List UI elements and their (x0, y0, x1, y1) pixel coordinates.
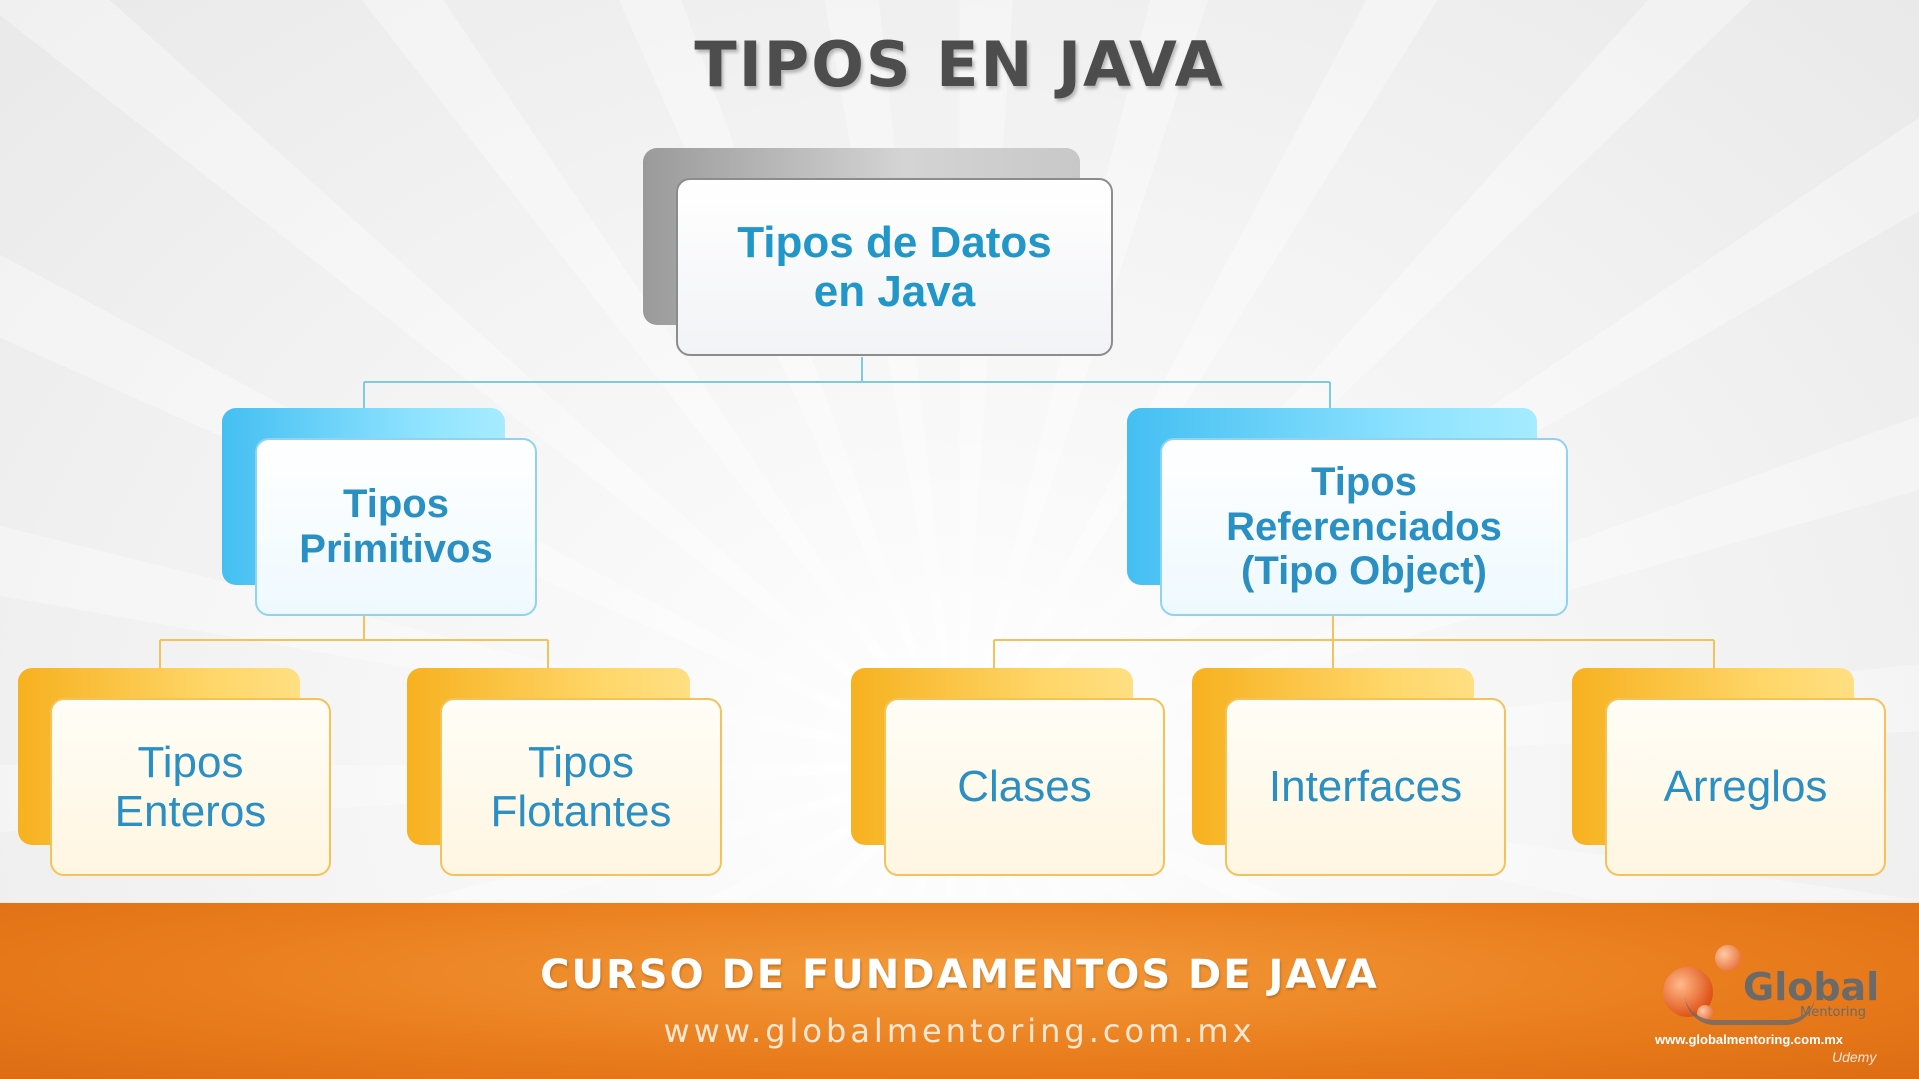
node-referenciados-line2: Referenciados (1226, 504, 1502, 549)
node-clases-label: Clases (957, 762, 1092, 812)
node-enteros-line2: Enteros (114, 787, 267, 836)
node-tipos-enteros: Tipos Enteros (18, 668, 331, 876)
node-flotantes-box: Tipos Flotantes (440, 698, 722, 876)
node-referenciados-box: Tipos Referenciados (Tipo Object) (1160, 438, 1568, 616)
node-flotantes-line1: Tipos (528, 737, 634, 787)
logo-url: www.globalmentoring.com.mx (1655, 1032, 1844, 1047)
node-root: Tipos de Datos en Java (643, 148, 1113, 356)
node-flotantes-line2: Flotantes (490, 787, 672, 836)
node-arreglos-label: Arreglos (1663, 762, 1828, 812)
connector-referenciados (993, 615, 1715, 668)
node-referenciados-line1: Tipos (1311, 459, 1417, 504)
footer-course-title: CURSO DE FUNDAMENTOS DE JAVA (540, 952, 1379, 998)
node-interfaces: Interfaces (1192, 668, 1506, 876)
node-primitivos-line1: Tipos (343, 482, 449, 527)
node-clases: Clases (851, 668, 1165, 876)
node-root-line2: en Java (813, 267, 976, 316)
node-root-line1: Tipos de Datos (737, 217, 1052, 267)
node-clases-box: Clases (884, 698, 1165, 876)
global-mentoring-logo: Global Mentoring www.globalmentoring.com… (1655, 945, 1885, 1055)
node-arreglos: Arreglos (1572, 668, 1886, 876)
node-primitivos-box: Tipos Primitivos (255, 438, 537, 616)
node-enteros-line1: Tipos (137, 737, 244, 787)
connector-primitivos (159, 615, 549, 668)
logo-brand-sub: Mentoring (1800, 1005, 1866, 1020)
node-enteros-box: Tipos Enteros (50, 698, 331, 876)
logo-brand: Global (1743, 965, 1880, 1009)
node-tipos-primitivos: Tipos Primitivos (222, 408, 537, 616)
footer-url: www.globalmentoring.com.mx (663, 1012, 1256, 1050)
node-primitivos-line2: Primitivos (299, 527, 493, 571)
node-interfaces-label: Interfaces (1268, 762, 1463, 812)
node-interfaces-box: Interfaces (1225, 698, 1506, 876)
connector-root (363, 357, 1331, 412)
node-tipos-referenciados: Tipos Referenciados (Tipo Object) (1127, 408, 1568, 616)
logo-ball-icon (1715, 945, 1741, 971)
node-referenciados-line3: (Tipo Object) (1241, 549, 1487, 594)
udemy-watermark: Udemy (1832, 1049, 1877, 1065)
node-arreglos-box: Arreglos (1605, 698, 1886, 876)
node-tipos-flotantes: Tipos Flotantes (407, 668, 722, 876)
node-root-box: Tipos de Datos en Java (676, 178, 1113, 356)
